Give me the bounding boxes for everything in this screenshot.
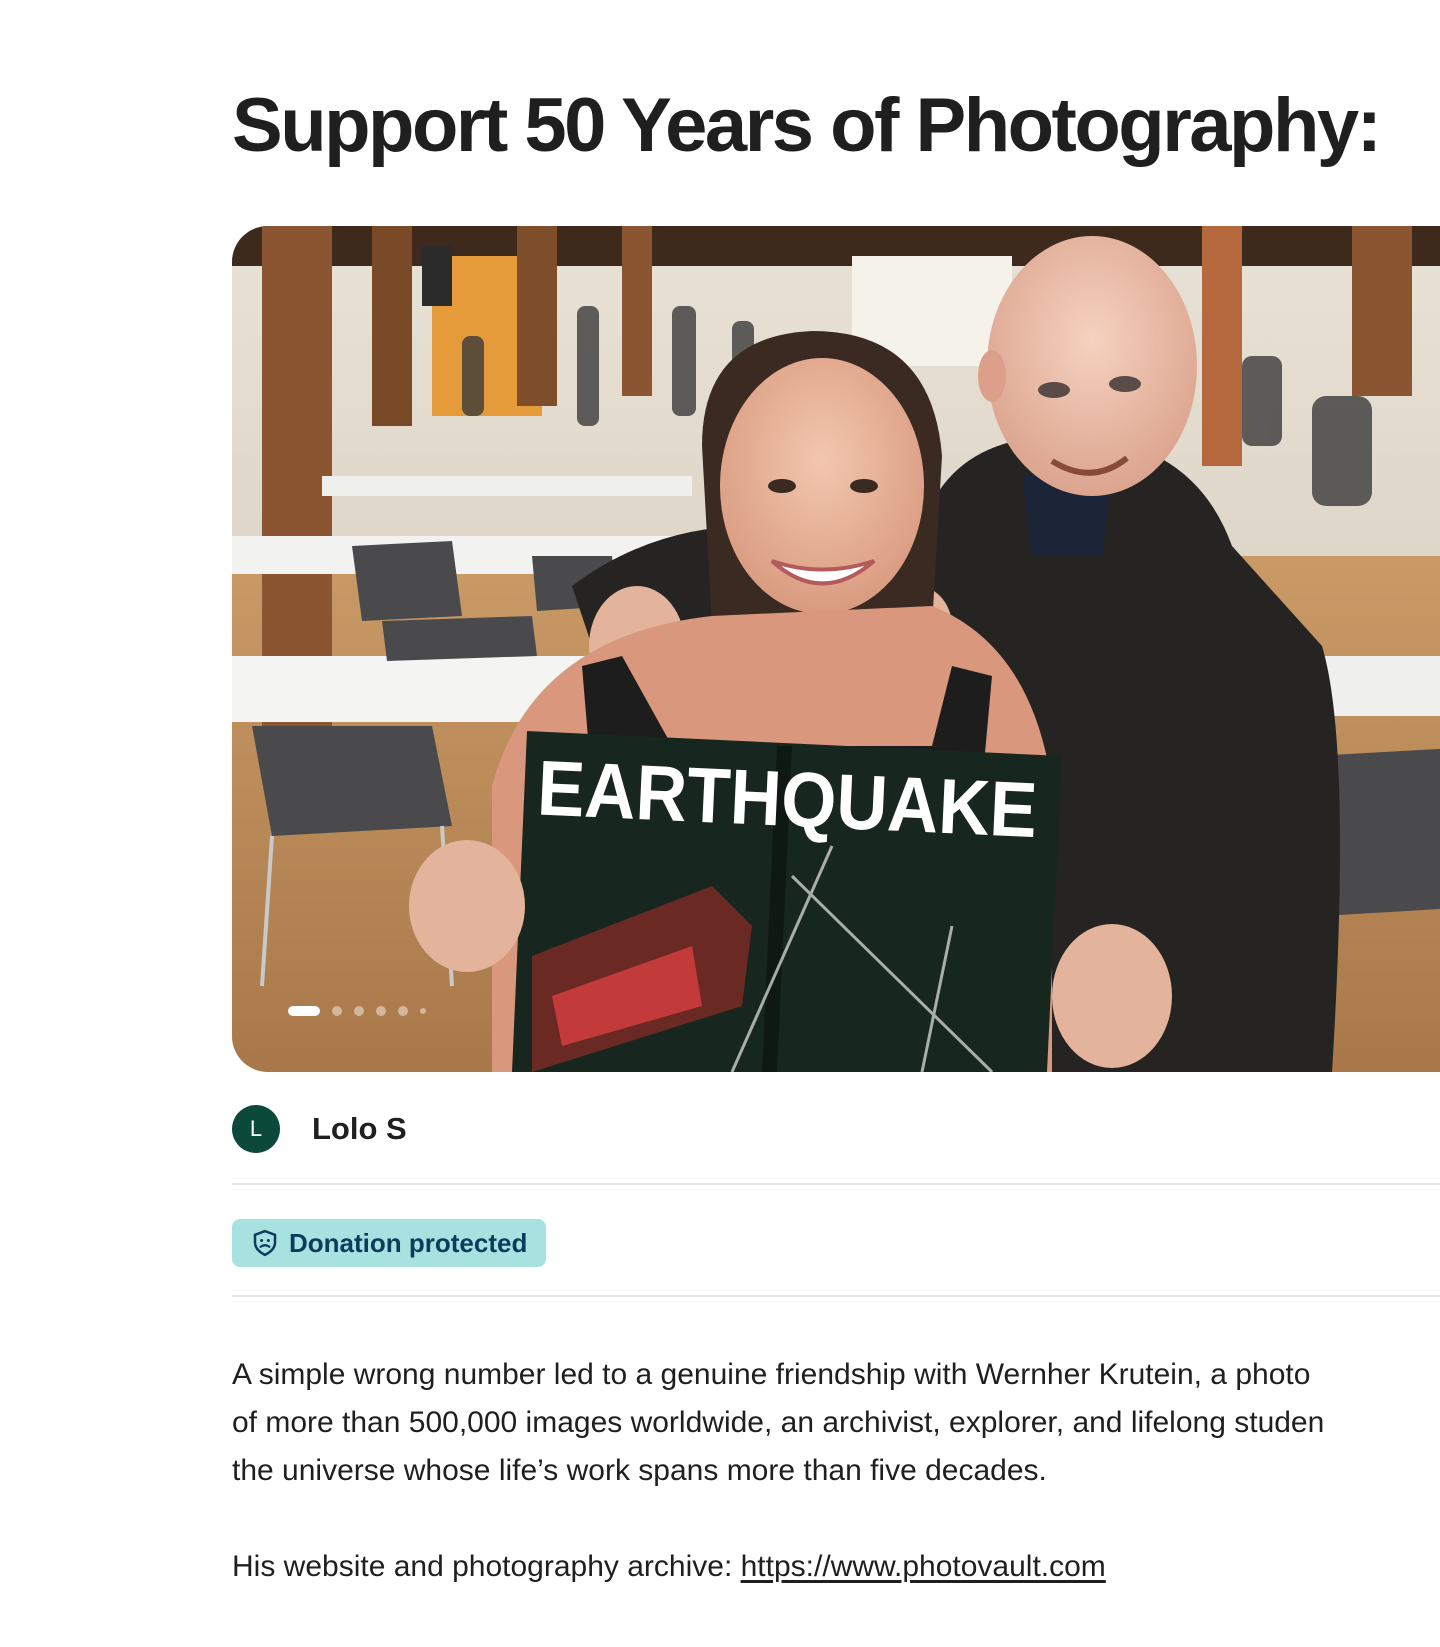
organizer-row[interactable]: L Lolo S	[232, 1105, 407, 1153]
shield-icon	[253, 1229, 277, 1257]
carousel-dot[interactable]	[420, 1008, 426, 1014]
story-line: A simple wrong number led to a genuine f…	[232, 1358, 1311, 1391]
website-link[interactable]: https://www.photovault.com	[741, 1550, 1106, 1583]
carousel-dot[interactable]	[398, 1006, 408, 1016]
donation-protected-badge[interactable]: Donation protected	[232, 1219, 547, 1267]
avatar: L	[232, 1105, 280, 1153]
carousel-dot[interactable]	[288, 1006, 320, 1016]
divider	[232, 1183, 1440, 1185]
story-text: A simple wrong number led to a genuine f…	[232, 1351, 1440, 1495]
hero-photo: EARTHQUAKE	[232, 226, 1440, 1072]
carousel-indicator	[288, 1006, 426, 1016]
story-line: of more than 500,000 images worldwide, a…	[232, 1406, 1325, 1439]
badge-label: Donation protected	[289, 1227, 528, 1258]
website-label: His website and photography archive:	[232, 1550, 741, 1583]
carousel-dot[interactable]	[354, 1006, 364, 1016]
organizer-name[interactable]: Lolo S	[312, 1111, 407, 1147]
carousel-dot[interactable]	[332, 1006, 342, 1016]
page-title: Support 50 Years of Photography:	[232, 83, 1382, 168]
hero-image-carousel[interactable]: EARTHQUAKE	[232, 226, 1440, 1072]
story-line: the universe whose life’s work spans mor…	[232, 1454, 1047, 1487]
website-line: His website and photography archive: htt…	[232, 1543, 1106, 1591]
fundraiser-page: Support 50 Years of Photography: EARTHQU…	[0, 0, 1440, 1647]
carousel-dot[interactable]	[376, 1006, 386, 1016]
divider	[232, 1295, 1440, 1297]
